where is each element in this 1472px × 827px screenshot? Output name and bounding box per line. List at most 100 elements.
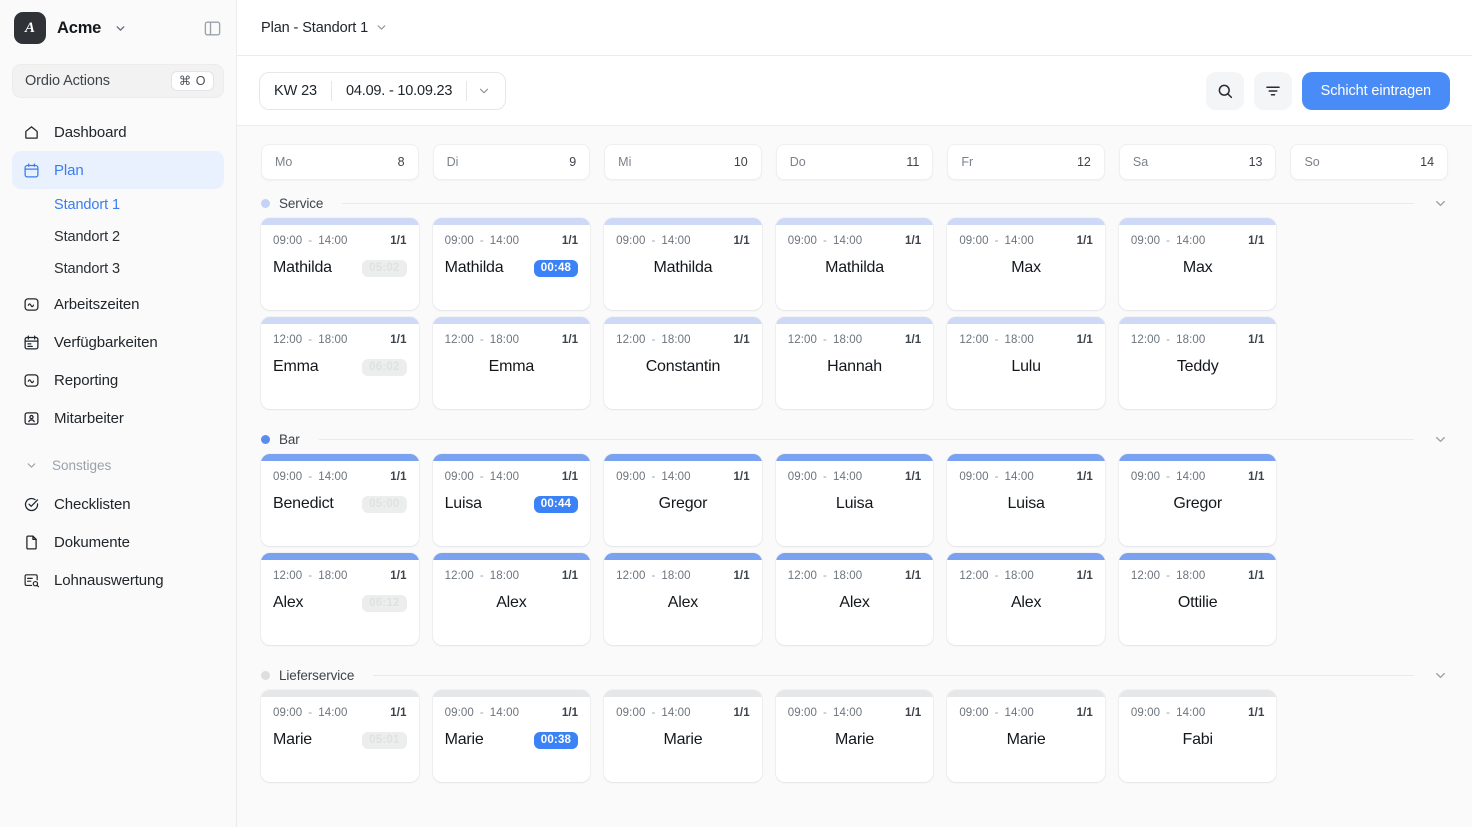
search-icon[interactable]	[1205, 71, 1244, 110]
shift-card[interactable]: 09:00-14:00 1/1 Max	[1118, 218, 1277, 310]
sidebar-item-plan[interactable]: Plan	[12, 151, 224, 189]
sidebar-item-lohnauswertung[interactable]: Lohnauswertung	[12, 561, 224, 599]
shift-cell[interactable]: 09:00-14:00 1/1 Gregor	[1118, 454, 1277, 546]
shift-cell[interactable]: 09:00-14:00 1/1 Marie	[604, 690, 762, 782]
shift-cell[interactable]: 12:00-18:00 1/1 Alex	[432, 553, 591, 645]
shift-card[interactable]: 09:00-14:00 1/1 Mathilda	[775, 218, 934, 310]
empty-slot[interactable]	[1290, 218, 1448, 310]
shift-card[interactable]: 09:00-14:00 1/1 Gregor	[1118, 454, 1277, 546]
shift-cell[interactable]: 12:00-18:00 1/1 Alex	[775, 553, 934, 645]
shift-cell[interactable]: 12:00-18:00 1/1 Emma 06:02	[261, 317, 419, 409]
shift-card[interactable]: 09:00-14:00 1/1 Marie	[947, 690, 1105, 782]
day-header[interactable]: Mi 10	[604, 144, 762, 180]
day-header[interactable]: Do 11	[775, 144, 934, 180]
panel-toggle-icon[interactable]	[203, 19, 222, 38]
shift-cell[interactable]: 09:00-14:00 1/1 Benedict 05:00	[261, 454, 419, 546]
shift-cell[interactable]: 12:00-18:00 1/1 Alex 06:12	[261, 553, 419, 645]
shift-cell[interactable]: 09:00-14:00 1/1 Marie	[947, 690, 1105, 782]
shift-cell[interactable]	[1290, 553, 1448, 645]
shift-card[interactable]: 12:00-18:00 1/1 Teddy	[1118, 317, 1277, 409]
shift-card[interactable]: 12:00-18:00 1/1 Lulu	[947, 317, 1105, 409]
shift-cell[interactable]: 12:00-18:00 1/1 Constantin	[604, 317, 762, 409]
sidebar-item-checklisten[interactable]: Checklisten	[12, 485, 224, 523]
sidebar-item-verfuegbarkeiten[interactable]: Verfügbarkeiten	[12, 323, 224, 361]
shift-cell[interactable]: 12:00-18:00 1/1 Emma	[432, 317, 591, 409]
shift-card[interactable]: 09:00-14:00 1/1 Marie	[604, 690, 762, 782]
sidebar-subitem-standort-3[interactable]: Standort 3	[12, 253, 224, 285]
shift-card[interactable]: 12:00-18:00 1/1 Emma 06:02	[261, 317, 419, 409]
day-header[interactable]: Di 9	[432, 144, 591, 180]
shift-cell[interactable]: 09:00-14:00 1/1 Mathilda	[775, 218, 934, 310]
shift-card[interactable]: 09:00-14:00 1/1 Mathilda	[604, 218, 762, 310]
shift-cell[interactable]: 09:00-14:00 1/1 Marie	[775, 690, 934, 782]
shift-cell[interactable]: 09:00-14:00 1/1 Marie 00:38	[432, 690, 591, 782]
sidebar-subitem-standort-2[interactable]: Standort 2	[12, 221, 224, 253]
shift-card[interactable]: 12:00-18:00 1/1 Hannah	[775, 317, 934, 409]
chevron-down-icon[interactable]	[375, 21, 388, 34]
empty-slot[interactable]	[1290, 553, 1448, 645]
sidebar-item-mitarbeiter[interactable]: Mitarbeiter	[12, 399, 224, 437]
shift-cell[interactable]: 09:00-14:00 1/1 Luisa 00:44	[432, 454, 591, 546]
shift-card[interactable]: 09:00-14:00 1/1 Gregor	[604, 454, 762, 546]
shift-cell[interactable]	[1290, 317, 1448, 409]
schicht-eintragen-button[interactable]: Schicht eintragen	[1301, 71, 1450, 110]
shift-cell[interactable]: 12:00-18:00 1/1 Alex	[604, 553, 762, 645]
day-header[interactable]: Mo 8	[261, 144, 419, 180]
shift-card[interactable]: 12:00-18:00 1/1 Alex 06:12	[261, 553, 419, 645]
ordio-actions-button[interactable]: Ordio Actions ⌘ O	[12, 64, 224, 98]
sidebar-item-dokumente[interactable]: Dokumente	[12, 523, 224, 561]
sidebar-item-arbeitszeiten[interactable]: Arbeitszeiten	[12, 285, 224, 323]
shift-cell[interactable]: 12:00-18:00 1/1 Alex	[947, 553, 1105, 645]
sidebar-item-dashboard[interactable]: Dashboard	[12, 113, 224, 151]
week-picker[interactable]: KW 23 04.09. - 10.09.23	[259, 71, 507, 110]
shift-card[interactable]: 09:00-14:00 1/1 Marie 05:01	[261, 690, 419, 782]
shift-card[interactable]: 09:00-14:00 1/1 Fabi	[1118, 690, 1277, 782]
shift-card[interactable]: 12:00-18:00 1/1 Alex	[775, 553, 934, 645]
empty-slot[interactable]	[1290, 454, 1448, 546]
shift-card[interactable]: 09:00-14:00 1/1 Mathilda 00:48	[432, 218, 591, 310]
shift-cell[interactable]: 12:00-18:00 1/1 Ottilie	[1118, 553, 1277, 645]
shift-card[interactable]: 09:00-14:00 1/1 Luisa	[775, 454, 934, 546]
shift-card[interactable]: 09:00-14:00 1/1 Luisa 00:44	[432, 454, 591, 546]
empty-slot[interactable]	[1290, 690, 1448, 782]
shift-card[interactable]: 12:00-18:00 1/1 Emma	[432, 317, 591, 409]
shift-cell[interactable]	[1290, 218, 1448, 310]
chevron-down-icon[interactable]	[114, 22, 127, 35]
filter-icon[interactable]	[1253, 71, 1292, 110]
shift-card[interactable]: 12:00-18:00 1/1 Alex	[604, 553, 762, 645]
shift-cell[interactable]: 09:00-14:00 1/1 Mathilda 05:02	[261, 218, 419, 310]
chevron-down-icon[interactable]	[1433, 668, 1448, 683]
shift-cell[interactable]: 12:00-18:00 1/1 Lulu	[947, 317, 1105, 409]
shift-cell[interactable]: 09:00-14:00 1/1 Luisa	[775, 454, 934, 546]
shift-cell[interactable]: 09:00-14:00 1/1 Luisa	[947, 454, 1105, 546]
shift-card[interactable]: 12:00-18:00 1/1 Ottilie	[1118, 553, 1277, 645]
day-header[interactable]: So 14	[1290, 144, 1449, 180]
shift-cell[interactable]: 12:00-18:00 1/1 Hannah	[775, 317, 934, 409]
shift-cell[interactable]: 09:00-14:00 1/1 Mathilda	[604, 218, 762, 310]
shift-card[interactable]: 09:00-14:00 1/1 Luisa	[947, 454, 1105, 546]
shift-card[interactable]: 09:00-14:00 1/1 Marie 00:38	[432, 690, 591, 782]
chevron-down-icon[interactable]	[1433, 432, 1448, 447]
shift-card[interactable]: 12:00-18:00 1/1 Alex	[947, 553, 1105, 645]
day-header[interactable]: Sa 13	[1118, 144, 1277, 180]
shift-cell[interactable]: 09:00-14:00 1/1 Marie 05:01	[261, 690, 419, 782]
shift-card[interactable]: 12:00-18:00 1/1 Constantin	[604, 317, 762, 409]
shift-cell[interactable]	[1290, 690, 1448, 782]
shift-cell[interactable]: 09:00-14:00 1/1 Mathilda 00:48	[432, 218, 591, 310]
day-header[interactable]: Fr 12	[947, 144, 1105, 180]
chevron-down-icon[interactable]	[1433, 196, 1448, 211]
shift-card[interactable]: 09:00-14:00 1/1 Marie	[775, 690, 934, 782]
sidebar-item-reporting[interactable]: Reporting	[12, 361, 224, 399]
shift-cell[interactable]: 09:00-14:00 1/1 Max	[947, 218, 1105, 310]
shift-card[interactable]: 12:00-18:00 1/1 Alex	[432, 553, 591, 645]
shift-cell[interactable]: 09:00-14:00 1/1 Fabi	[1118, 690, 1277, 782]
shift-card[interactable]: 09:00-14:00 1/1 Max	[947, 218, 1105, 310]
shift-cell[interactable]: 12:00-18:00 1/1 Teddy	[1118, 317, 1277, 409]
shift-card[interactable]: 09:00-14:00 1/1 Benedict 05:00	[261, 454, 419, 546]
shift-cell[interactable]	[1290, 454, 1448, 546]
shift-card[interactable]: 09:00-14:00 1/1 Mathilda 05:02	[261, 218, 419, 310]
shift-cell[interactable]: 09:00-14:00 1/1 Max	[1118, 218, 1277, 310]
sidebar-group-sonstiges[interactable]: Sonstiges	[12, 445, 224, 485]
shift-cell[interactable]: 09:00-14:00 1/1 Gregor	[604, 454, 762, 546]
empty-slot[interactable]	[1290, 317, 1448, 409]
